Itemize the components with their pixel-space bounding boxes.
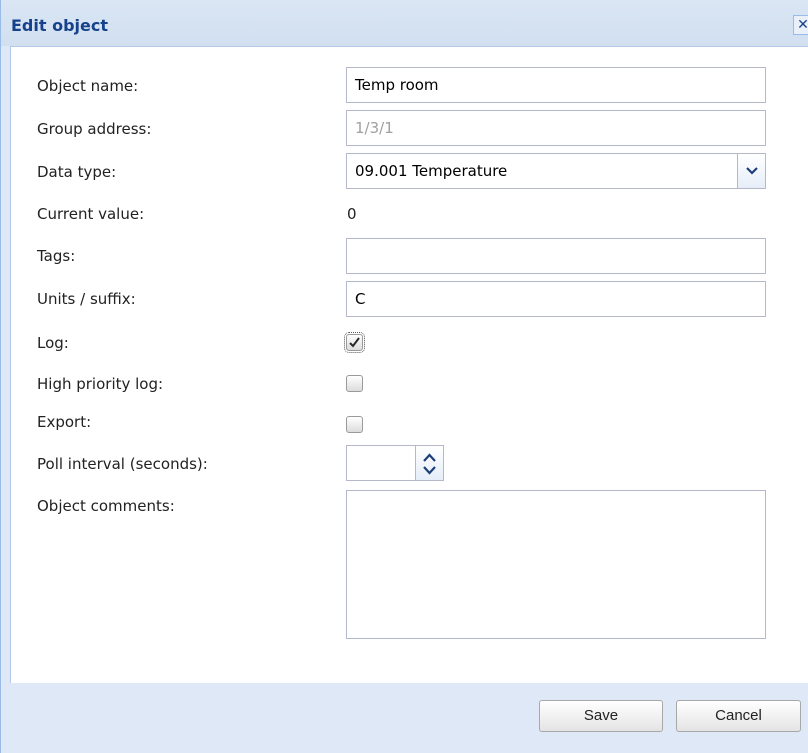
units-suffix-label: Units / suffix: — [37, 290, 136, 308]
tags-label: Tags: — [37, 247, 76, 265]
group-address-input: 1/3/1 — [346, 110, 766, 146]
poll-interval-label: Poll interval (seconds): — [37, 455, 208, 473]
chevron-down-icon — [423, 466, 436, 475]
units-suffix-input[interactable]: C — [346, 281, 766, 317]
close-icon[interactable]: ✕ — [793, 15, 808, 35]
current-value-text: 0 — [347, 205, 357, 223]
checkmark-icon — [349, 337, 360, 348]
save-button[interactable]: Save — [539, 700, 663, 732]
dialog-titlebar[interactable]: Edit object ✕ — [1, 0, 808, 46]
object-name-input[interactable]: Temp room — [346, 67, 766, 103]
poll-interval-spinner[interactable] — [416, 445, 444, 481]
group-address-label: Group address: — [37, 120, 152, 138]
export-checkbox[interactable] — [346, 416, 363, 433]
poll-interval-input[interactable] — [346, 445, 416, 481]
high-priority-log-label: High priority log: — [37, 375, 164, 393]
dialog-title: Edit object — [11, 16, 108, 35]
edit-object-dialog: Edit object ✕ Object name: Temp room Gro… — [0, 0, 808, 753]
data-type-label: Data type: — [37, 163, 117, 181]
tags-input[interactable] — [346, 238, 766, 274]
high-priority-log-checkbox[interactable] — [346, 375, 363, 392]
export-label: Export: — [37, 413, 92, 431]
log-label: Log: — [37, 334, 69, 352]
object-name-label: Object name: — [37, 77, 139, 95]
log-checkbox[interactable] — [344, 332, 365, 353]
object-comments-textarea[interactable] — [346, 490, 766, 639]
cancel-button[interactable]: Cancel — [676, 700, 801, 732]
current-value-label: Current value: — [37, 205, 145, 223]
object-comments-label: Object comments: — [37, 497, 175, 515]
data-type-select[interactable]: 09.001 Temperature — [346, 153, 766, 189]
chevron-down-icon[interactable] — [737, 154, 765, 188]
data-type-value: 09.001 Temperature — [355, 162, 508, 180]
chevron-up-icon — [423, 453, 436, 462]
